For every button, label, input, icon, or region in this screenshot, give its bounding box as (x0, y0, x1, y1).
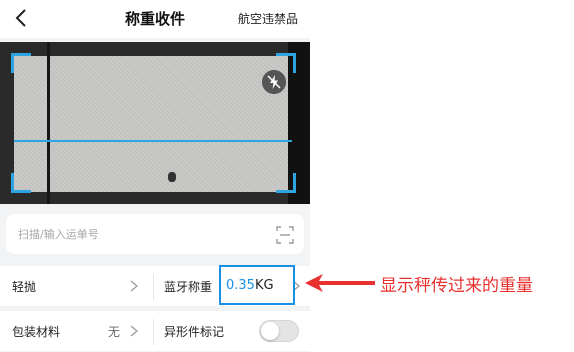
nav-bar: 称重收件 航空违禁品 (0, 0, 310, 38)
light-bulky-label[interactable]: 轻抛 (12, 278, 36, 295)
waybill-input[interactable] (18, 214, 258, 254)
prohibited-items-link[interactable]: 航空违禁品 (238, 10, 298, 27)
camera-spot (168, 172, 176, 182)
packaging-material-value[interactable]: 无 (108, 323, 120, 340)
phone-screen: 称重收件 航空违禁品 轻抛 蓝牙称重 (0, 0, 310, 352)
camera-feed (14, 56, 292, 192)
frame-corner-bottom-right (276, 173, 296, 193)
toggle-knob (261, 322, 279, 340)
waybill-input-card (6, 214, 304, 254)
weight-unit: KG (254, 278, 274, 293)
flash-off-icon[interactable] (262, 70, 286, 94)
chevron-right-icon[interactable] (130, 325, 138, 337)
frame-corner-top-right (276, 53, 296, 73)
scan-frame-icon[interactable] (276, 226, 294, 244)
bluetooth-weigh-label: 蓝牙称重 (164, 280, 213, 294)
weight-value: 0.35 (226, 278, 255, 293)
camera-shadow-line (47, 42, 50, 204)
arrow-left-icon (305, 274, 375, 292)
packaging-material-label[interactable]: 包装材料 (12, 323, 60, 340)
scan-line (14, 140, 292, 142)
row-divider (153, 274, 154, 300)
frame-corner-bottom-left (11, 173, 31, 193)
annotation-text: 显示秤传过来的重量 (380, 276, 533, 296)
chevron-right-icon[interactable] (130, 280, 138, 292)
weight-readout: 0.35KG (226, 278, 274, 293)
irregular-item-label: 异形件标记 (164, 325, 225, 339)
row-divider (153, 319, 154, 345)
camera-viewfinder (0, 42, 310, 204)
frame-corner-top-left (11, 53, 31, 73)
irregular-item-toggle[interactable] (259, 320, 299, 342)
